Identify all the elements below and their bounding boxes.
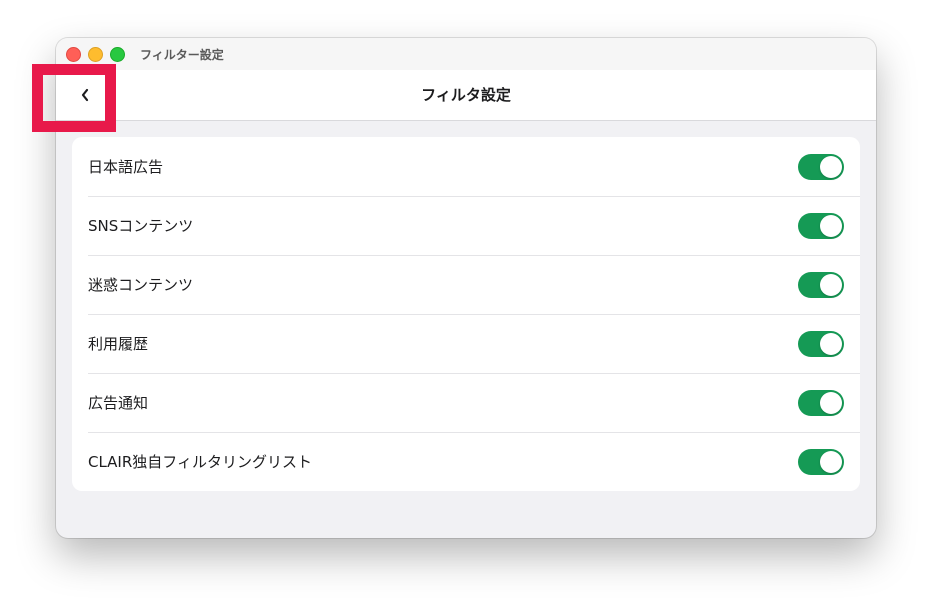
toggle-switch[interactable]: [798, 330, 844, 357]
setting-row-sns-content: SNSコンテンツ: [72, 196, 860, 255]
zoom-window-button[interactable]: [110, 47, 125, 62]
toggle-knob: [820, 391, 842, 414]
minimize-window-button[interactable]: [88, 47, 103, 62]
title-bar: フィルター設定: [56, 38, 876, 71]
window-title: フィルター設定: [140, 48, 224, 62]
setting-row-ad-notifications: 広告通知: [72, 373, 860, 432]
toggle-knob: [820, 450, 842, 473]
setting-row-japanese-ads: 日本語広告: [72, 137, 860, 196]
setting-label: SNSコンテンツ: [88, 217, 194, 235]
chevron-left-icon: [81, 88, 89, 102]
page-title: フィルタ設定: [421, 86, 511, 104]
toggle-switch[interactable]: [798, 212, 844, 239]
setting-label: CLAIR独自フィルタリングリスト: [88, 453, 312, 471]
setting-label: 迷惑コンテンツ: [88, 276, 194, 294]
toggle-knob: [820, 332, 842, 355]
setting-label: 利用履歴: [88, 335, 149, 353]
toggle-switch[interactable]: [798, 153, 844, 180]
setting-label: 広告通知: [88, 394, 149, 412]
app-window: フィルター設定 フィルタ設定 日本語広告 SNSコンテンツ 迷惑コンテンツ 利用…: [56, 38, 876, 538]
setting-row-spam-content: 迷惑コンテンツ: [72, 255, 860, 314]
navigation-bar: フィルタ設定: [56, 70, 876, 121]
toggle-switch[interactable]: [798, 389, 844, 416]
toggle-switch[interactable]: [798, 271, 844, 298]
back-button[interactable]: [68, 78, 102, 112]
setting-row-clair-filter-list: CLAIR独自フィルタリングリスト: [72, 432, 860, 491]
filter-settings-list: 日本語広告 SNSコンテンツ 迷惑コンテンツ 利用履歴 広告通知 CLAIR独自…: [72, 137, 860, 491]
toggle-switch[interactable]: [798, 448, 844, 475]
toggle-knob: [820, 273, 842, 296]
close-window-button[interactable]: [66, 47, 81, 62]
toggle-knob: [820, 214, 842, 237]
setting-row-usage-history: 利用履歴: [72, 314, 860, 373]
toggle-knob: [820, 155, 842, 178]
setting-label: 日本語広告: [88, 158, 164, 176]
